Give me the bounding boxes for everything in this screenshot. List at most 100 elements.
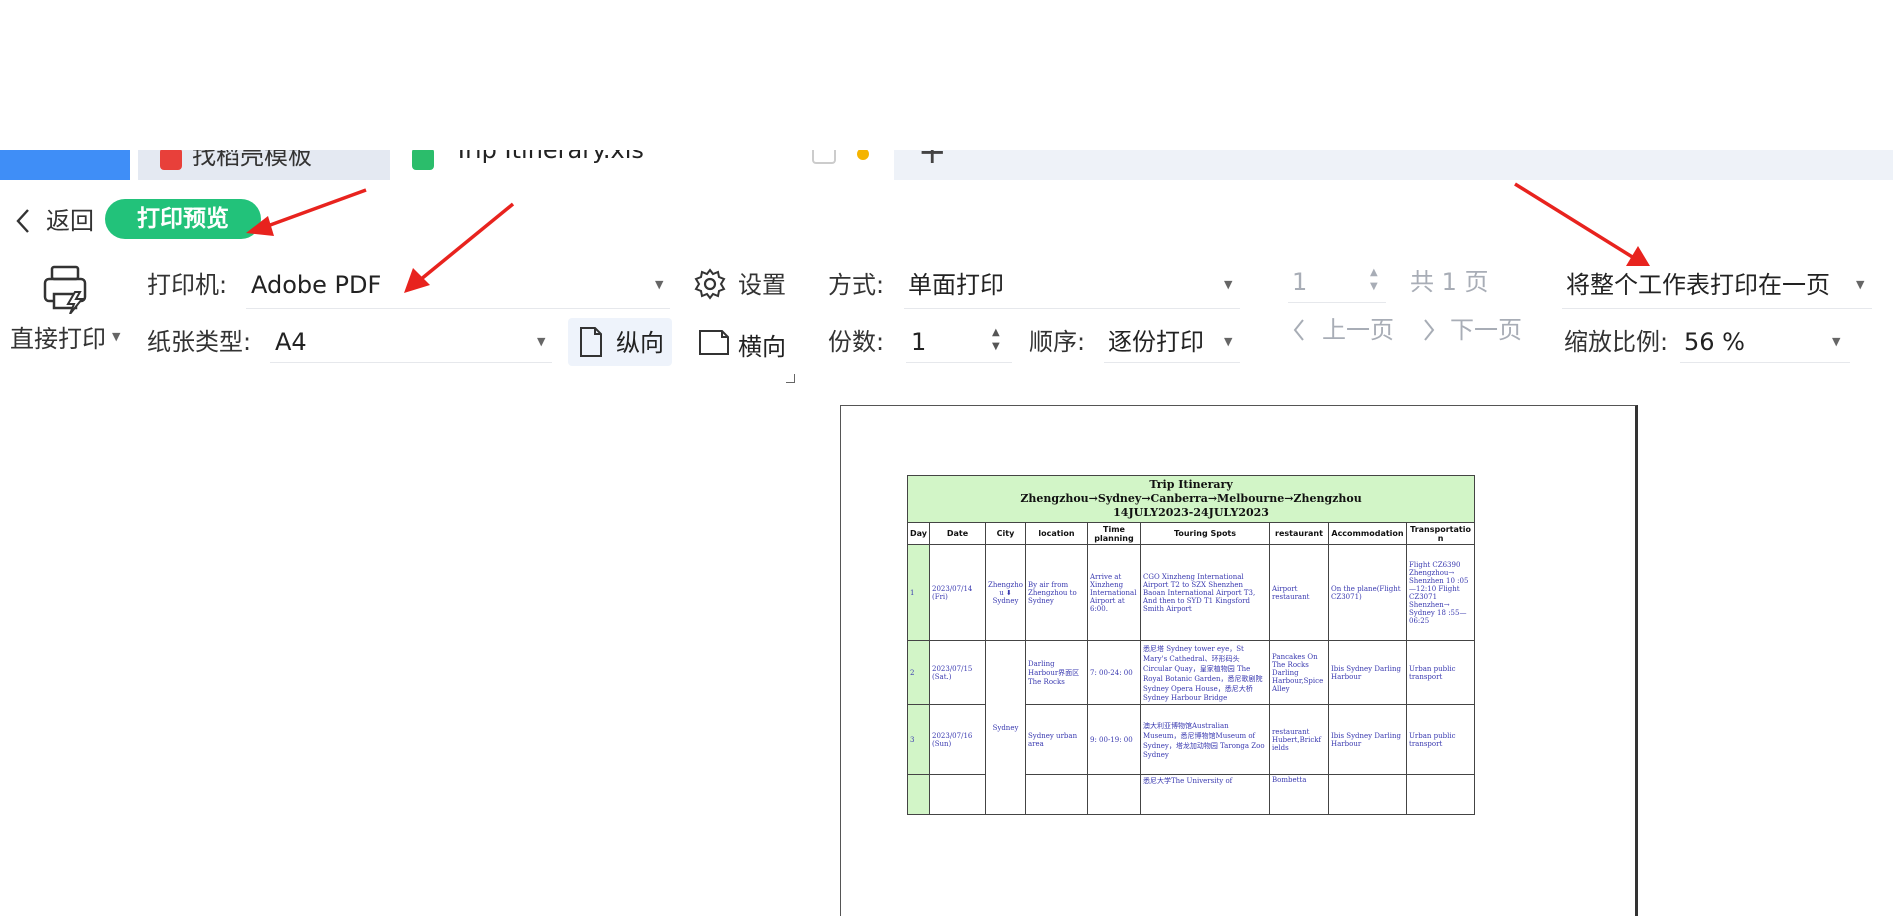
cell-spots: 悉尼大学The University of [1140,774,1270,815]
itinerary-title: Trip Itinerary Zhengzhou→Sydney→Canberra… [906,475,1476,523]
printer-underline [246,308,670,309]
annotation-arrow-preview [246,188,367,236]
cell-day: 1 [907,544,930,641]
copies-down-icon[interactable]: ▼ [992,340,1000,354]
cell-day: 2 [907,640,930,705]
table-row: 2 2023/07/15 (Sat.) Sydney Darling Harbo… [907,640,1476,815]
page-number-underline [1288,302,1386,303]
print-mode-select[interactable]: 单面打印 [908,270,1004,300]
cell-location: By air from Zhengzhou to Sydney [1025,544,1088,641]
order-label: 顺序: [1029,328,1086,356]
tab-templates[interactable]: 找稻壳模板 [138,150,390,180]
page-stepper[interactable]: ▲ ▼ [1370,266,1378,294]
back-button[interactable]: 返回 [46,206,94,236]
cell-city-merged: Sydney [985,640,1026,815]
itinerary-title-line-1: Trip Itinerary [1149,478,1233,491]
portrait-button[interactable]: 纵向 [568,318,672,366]
cell-date: 2023/07/16 (Sun) [929,704,986,775]
scale-underline [1680,362,1850,363]
itinerary-title-line-3: 14JULY2023-24JULY2023 [1113,506,1269,519]
settings-button[interactable]: 设置 [738,270,786,300]
cell-location: Darling Harbour界面区 The Rocks [1025,640,1088,705]
print-preview-badge: 打印预览 [105,199,261,239]
cell-restaurant: Pancakes On The Rocks Darling Harbour,Sp… [1269,640,1329,705]
header-city: City [985,522,1026,545]
cell-restaurant: restaurant Hubert,Brickf ields [1269,704,1329,775]
next-page-chevron-icon[interactable] [1422,317,1436,347]
cell-restaurant: Airport restaurant [1269,544,1329,641]
copies-input[interactable]: 1 [911,327,926,357]
next-page-button[interactable]: 下一页 [1450,315,1522,345]
landscape-button[interactable]: 横向 [696,318,800,366]
order-underline [1104,362,1240,363]
itinerary-table: Trip Itinerary Zhengzhou→Sydney→Canberra… [906,475,1476,815]
cell-date [929,774,986,815]
prev-page-button[interactable]: 上一页 [1322,315,1394,345]
copies-up-icon[interactable]: ▲ [992,326,1000,340]
paper-type-label: 纸张类型: [147,328,252,356]
page-setup-launcher-icon[interactable] [786,374,795,383]
cell-time [1087,774,1141,815]
tab-home[interactable]: 首页 [0,150,130,180]
back-chevron-icon[interactable] [14,206,32,242]
page-total: 共 1 页 [1410,268,1489,296]
page-up-icon[interactable]: ▲ [1370,266,1378,280]
cell-city: Zhengzhou ⬇ Sydney [985,544,1026,641]
cell-day [907,774,930,815]
spreadsheet-icon [412,150,434,170]
direct-print-icon[interactable] [42,264,92,318]
tab-templates-label: 找稻壳模板 [192,150,312,170]
unsaved-dot-icon [857,150,869,160]
direct-print-button[interactable]: 直接打印 [10,324,106,354]
paper-type-dropdown-icon[interactable]: ▼ [537,327,545,357]
copies-stepper[interactable]: ▲ ▼ [992,326,1000,354]
copies-label: 份数: [828,328,885,356]
cell-spots: 澳大利亚博物馆Australian Museum，悉尼博物馆Museum of … [1140,704,1270,775]
fit-to-page-select[interactable]: 将整个工作表打印在一页 [1566,270,1830,300]
order-dropdown-icon[interactable]: ▼ [1224,327,1232,357]
cell-accommodation: On the plane(Flight CZ3071) [1328,544,1407,641]
header-date: Date [929,522,986,545]
gear-icon[interactable] [694,268,726,304]
cell-transport: Urban public transport [1405,640,1476,705]
tab-strip: 首页 找稻壳模板 Trip Itinerary.xls + [0,150,1893,180]
printer-dropdown-icon[interactable]: ▼ [655,270,663,300]
cell-location: Sydney urban area [1025,704,1088,775]
new-tab-area: + [894,150,1893,180]
scale-label: 缩放比例: [1564,328,1669,356]
page-down-icon[interactable]: ▼ [1370,280,1378,294]
itinerary-title-line-2: Zhengzhou→Sydney→Canberra→Melbourne→Zhen… [1020,492,1362,505]
cell-time: Arrive at Xinzheng International Airport… [1087,544,1141,641]
portrait-label: 纵向 [616,329,664,357]
page-number-input[interactable]: 1 [1292,267,1307,297]
header-accommodation: Accommodation [1328,522,1407,545]
cell-time: 9: 00-19: 00 [1087,704,1141,775]
cell-date: 2023/07/14 (Fri) [929,544,986,641]
tab-file-label: Trip Itinerary.xls [454,150,644,164]
cell-day: 3 [907,704,930,775]
fit-to-page-dropdown-icon[interactable]: ▼ [1856,270,1864,300]
landscape-label: 横向 [738,333,786,361]
new-tab-button[interactable]: + [918,150,947,172]
cell-spots: CGO Xinzheng International Airport T2 to… [1140,544,1270,641]
table-row: 1 2023/07/14 (Fri) Zhengzhou ⬇ Sydney By… [907,544,1476,641]
cell-accommodation: Ibis Sydney Darling Harbour [1328,640,1407,705]
paper-type-underline [270,362,552,363]
header-touring-spots: Touring Spots [1140,522,1270,545]
cell-date: 2023/07/15 (Sat.) [929,640,986,705]
tab-file[interactable]: Trip Itinerary.xls [398,150,894,180]
direct-print-dropdown-icon[interactable]: ▼ [112,322,120,352]
printer-select[interactable]: Adobe PDF [251,270,381,300]
docer-logo-icon [160,150,182,170]
cell-transport: Flight CZ6390 Zhengzhou→ Shenzhen 10 :05… [1405,544,1476,641]
order-select[interactable]: 逐份打印 [1108,327,1204,357]
prev-page-chevron-icon[interactable] [1292,317,1306,347]
scale-select[interactable]: 56 % [1684,327,1745,357]
paper-type-select[interactable]: A4 [275,327,307,357]
cell-restaurant: Bombetta [1269,774,1329,815]
monitor-icon [812,150,836,164]
header-location: location [1025,522,1088,545]
scale-dropdown-icon[interactable]: ▼ [1832,327,1840,357]
print-mode-dropdown-icon[interactable]: ▼ [1224,270,1232,300]
copies-underline [906,362,1012,363]
